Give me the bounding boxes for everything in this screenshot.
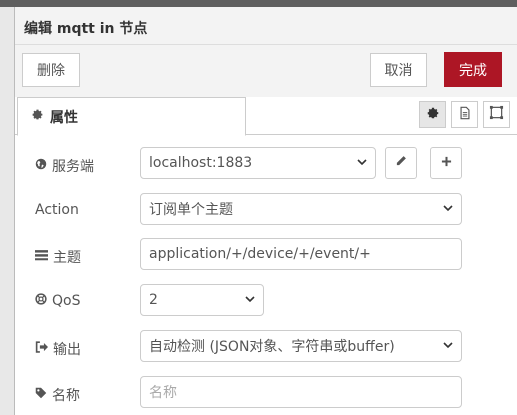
cancel-button[interactable]: 取消 [370, 53, 427, 87]
tab-properties-label: 属性 [50, 109, 78, 126]
server-label: 服务端 [52, 159, 94, 175]
name-row: 名称 名称 [15, 376, 517, 412]
output-label: 输出 [53, 342, 81, 358]
output-select[interactable]: 自动检测 (JSON对象、字符串或buffer) [140, 330, 462, 362]
chevron-down-icon [245, 292, 255, 308]
globe-icon [35, 158, 47, 174]
properties-form: 服务端 localhost:1883 Action 订阅单个主题 主题 appl… [15, 136, 517, 415]
qos-select[interactable]: 2 [140, 284, 264, 316]
tasks-icon [35, 249, 48, 265]
plus-icon [441, 155, 452, 171]
gear-icon [31, 108, 44, 125]
name-label-group: 名称 [35, 385, 80, 405]
action-value: 订阅单个主题 [149, 202, 233, 218]
action-row: Action 订阅单个主题 [15, 193, 517, 229]
document-icon [458, 106, 472, 124]
qos-label: QoS [52, 293, 81, 309]
add-server-button[interactable] [430, 147, 462, 179]
output-value: 自动检测 (JSON对象、字符串或buffer) [149, 339, 395, 355]
top-bar [0, 0, 517, 7]
topic-row: 主题 application/+/device/+/event/+ [15, 238, 517, 274]
life-ring-icon [35, 293, 47, 309]
server-row: 服务端 localhost:1883 [15, 147, 517, 183]
tab-bar: 属性 [15, 97, 517, 136]
chevron-down-icon [443, 201, 453, 217]
topic-value: application/+/device/+/event/+ [149, 246, 371, 262]
qos-label-group: QoS [35, 293, 80, 309]
output-label-group: 输出 [35, 339, 81, 359]
server-value: localhost:1883 [149, 155, 253, 171]
tag-icon [35, 387, 47, 403]
node-properties-tab-button[interactable] [419, 101, 446, 128]
topic-input[interactable]: application/+/device/+/event/+ [140, 238, 462, 270]
name-placeholder: 名称 [149, 385, 177, 401]
tray-toolbar: 删除 取消 完成 [15, 45, 517, 97]
topic-label: 主题 [53, 250, 81, 266]
tray-header: 编辑 mqtt in 节点 [15, 7, 517, 45]
name-label: 名称 [52, 388, 80, 404]
done-button[interactable]: 完成 [444, 52, 502, 87]
tray-title: 编辑 mqtt in 节点 [24, 21, 148, 37]
qos-value: 2 [149, 292, 158, 308]
name-input[interactable]: 名称 [140, 376, 462, 408]
sign-out-icon [35, 341, 48, 357]
action-label: Action [35, 202, 79, 218]
action-label-group: Action [35, 202, 79, 218]
frame-icon [489, 105, 504, 124]
chevron-down-icon [443, 338, 453, 354]
pencil-icon [395, 155, 407, 171]
server-select[interactable]: localhost:1883 [140, 147, 376, 179]
chevron-down-icon [357, 155, 367, 171]
delete-button[interactable]: 删除 [22, 53, 80, 87]
server-label-group: 服务端 [35, 156, 94, 176]
appearance-tab-button[interactable] [483, 101, 510, 128]
qos-row: QoS 2 [15, 284, 517, 320]
output-row: 输出 自动检测 (JSON对象、字符串或buffer) [15, 330, 517, 366]
description-tab-button[interactable] [451, 101, 478, 128]
action-select[interactable]: 订阅单个主题 [140, 193, 462, 225]
topic-label-group: 主题 [35, 247, 81, 267]
edit-server-button[interactable] [385, 147, 417, 179]
gear-icon [426, 106, 440, 124]
edit-tray: 编辑 mqtt in 节点 删除 取消 完成 属性 服务端 localhost:… [14, 7, 517, 415]
tab-properties[interactable]: 属性 [17, 97, 246, 136]
